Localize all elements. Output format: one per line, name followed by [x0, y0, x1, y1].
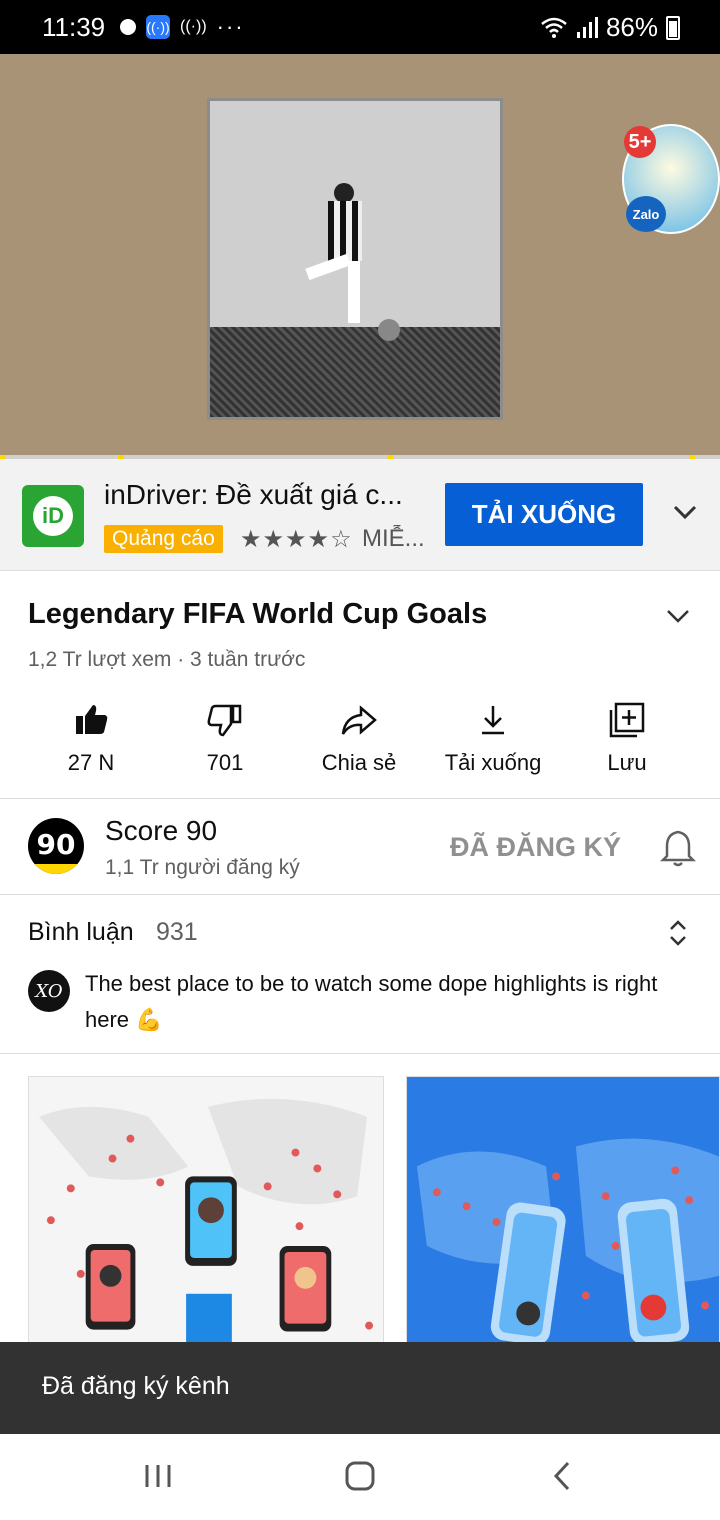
channel-name[interactable]: Score 90: [105, 815, 217, 847]
save-label: Lưu: [607, 750, 647, 775]
video-actions: 27 N 701 Chia sẻ Tải xuống Lưu: [0, 700, 720, 790]
zalo-logo-icon: Zalo: [626, 196, 666, 232]
save-button[interactable]: Lưu: [560, 700, 694, 776]
hotspot-icon: ((·)): [180, 18, 207, 35]
snackbar: Đã đăng ký kênh: [0, 1342, 720, 1434]
channel-subscribers: 1,1 Tr người đăng ký: [105, 856, 300, 879]
recent-apps-button[interactable]: [128, 1456, 188, 1496]
thumbs-up-icon: [76, 705, 108, 734]
share-icon: [341, 705, 377, 735]
like-button[interactable]: 27 N: [24, 700, 158, 776]
wifi-icon: [541, 17, 567, 38]
ad-rating-stars: ★★★★☆: [240, 526, 353, 553]
player-figure-body: [328, 201, 362, 261]
signal-icon: [576, 16, 598, 38]
chevron-down-icon[interactable]: [668, 495, 702, 529]
back-icon: [553, 1461, 570, 1491]
ad-title[interactable]: inDriver: Đề xuất giá c...: [104, 479, 430, 511]
status-bar: 11:39 ((·)) ((·)) ··· 86%: [0, 0, 720, 54]
recommended-video-card[interactable]: [406, 1076, 720, 1344]
player-figure-head: [334, 183, 354, 203]
football: [378, 319, 400, 341]
player-figure-leg: [348, 261, 360, 323]
video-title[interactable]: Legendary FIFA World Cup Goals: [28, 598, 487, 631]
world-map-illustration: [38, 1098, 374, 1343]
download-icon: [482, 706, 504, 735]
system-nav-bar: [0, 1434, 720, 1520]
channel-avatar-stripe: [28, 864, 84, 874]
dislike-button[interactable]: 701: [158, 700, 292, 776]
status-time: 11:39: [42, 12, 106, 42]
status-right: 86%: [540, 12, 680, 43]
video-player[interactable]: 5+ Zalo: [0, 54, 720, 456]
ad-price: MIỄ...: [362, 525, 425, 552]
share-label: Chia sẻ: [321, 750, 397, 775]
comment-avatar[interactable]: XO: [28, 970, 70, 1012]
zalo-count-badge: 5+: [624, 126, 656, 158]
ad-badge: Quảng cáo: [104, 525, 223, 553]
channel-avatar[interactable]: 90: [28, 818, 84, 874]
video-meta: 1,2 Tr lượt xem · 3 tuần trước: [28, 648, 306, 671]
chevron-down-icon[interactable]: [662, 600, 694, 632]
download-button[interactable]: Tải xuống: [426, 700, 560, 776]
battery-icon: [666, 15, 680, 40]
recommended-video-card[interactable]: [28, 1076, 384, 1344]
home-button[interactable]: [330, 1456, 390, 1496]
ad-install-button[interactable]: TẢI XUỐNG: [445, 483, 643, 546]
like-count: 27 N: [67, 750, 115, 775]
indriver-logo-icon: iD: [33, 496, 73, 536]
world-map-illustration: [416, 1138, 719, 1343]
hotspot-app-icon: ((·)): [146, 15, 170, 39]
divider: [0, 1053, 720, 1054]
dislike-count: 701: [206, 750, 244, 775]
thumbs-down-icon: [207, 704, 242, 737]
share-button[interactable]: Chia sẻ: [292, 700, 426, 776]
divider: [0, 798, 720, 799]
video-pitch: [210, 327, 500, 417]
more-notifications-icon: ···: [216, 14, 245, 39]
channel-avatar-text: 90: [36, 828, 76, 861]
recent-apps-icon: [145, 1465, 171, 1487]
comments-count: 931: [156, 918, 198, 946]
notification-dot-icon: [120, 19, 136, 35]
home-icon: [345, 1461, 375, 1491]
battery-percent: 86%: [605, 12, 658, 42]
comments-label[interactable]: Bình luận: [28, 918, 134, 947]
divider: [0, 894, 720, 895]
expand-collapse-icon[interactable]: [664, 918, 692, 948]
bell-icon[interactable]: [660, 828, 696, 868]
video-frame: [207, 98, 503, 420]
notification-icons: ((·)) ((·)) ···: [120, 14, 245, 40]
top-comment-text[interactable]: The best place to be to watch some dope …: [85, 966, 675, 1038]
back-button[interactable]: [532, 1456, 592, 1496]
indriver-app-icon[interactable]: iD: [22, 485, 84, 547]
ad-banner[interactable]: iD inDriver: Đề xuất giá c... Quảng cáo …: [0, 459, 720, 571]
add-to-playlist-icon: [609, 702, 645, 738]
subscribed-button[interactable]: ĐÃ ĐĂNG KÝ: [450, 832, 621, 863]
snackbar-message: Đã đăng ký kênh: [42, 1372, 230, 1400]
download-label: Tải xuống: [444, 750, 542, 775]
